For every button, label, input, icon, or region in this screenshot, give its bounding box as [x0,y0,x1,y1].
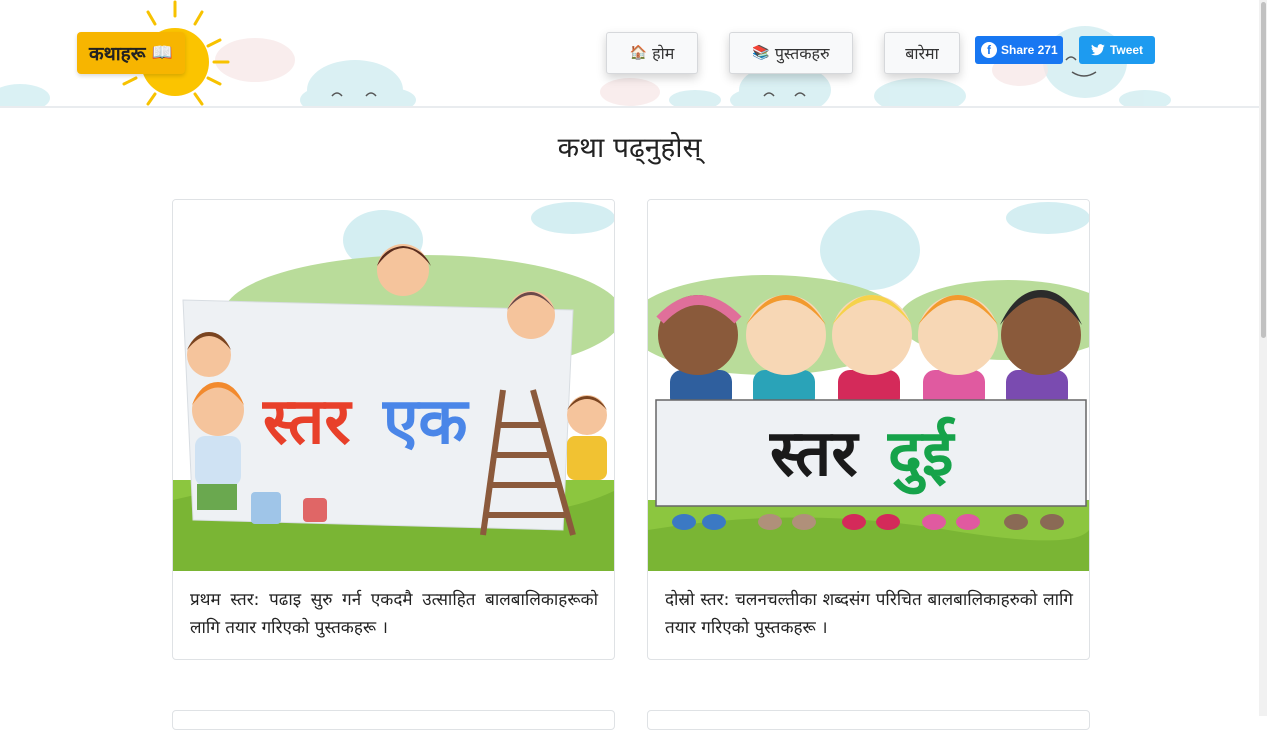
level-one-description: प्रथम स्तर: पढाइ सुरु गर्न एकदमै उत्साहि… [190,590,598,638]
level-one-banner-word1: स्तर [262,385,353,459]
nav-about-button[interactable]: बारेमा [884,32,960,74]
nav-about-label: बारेमा [905,44,939,63]
facebook-share-button[interactable]: f Share 271 [975,36,1063,64]
level-two-illustration[interactable]: स्तर दुई [648,200,1090,571]
nav-home-button[interactable]: 🏠 होम [606,32,698,74]
nav-home-label: होम [652,44,675,63]
facebook-share-label: Share 271 [1001,43,1058,57]
house-icon: 🏠 [629,45,648,61]
twitter-bird-icon [1090,44,1105,56]
level-one-card[interactable]: स्तर एक प्रथम स्तर: पढाइ सुरु गर्न एकदमै… [172,199,615,660]
level-two-banner-word1: स्तर [769,417,860,491]
level-two-card[interactable]: स्तर दुई दोस्रो स्तर: चलनचल्तीका शब्दसंग… [647,199,1090,660]
books-icon: 📚 [752,45,770,61]
tweet-button[interactable]: Tweet [1079,36,1155,64]
book-icon: 📖 [151,43,173,63]
site-header: कथाहरू 📖 🏠 होम 📚 पुस्तकहरु बारेमा f Shar… [0,0,1259,108]
next-card-partial[interactable] [647,710,1090,730]
nav-books-button[interactable]: 📚 पुस्तकहरु [729,32,853,74]
brand-label: कथाहरू [89,43,146,65]
brand-logo-button[interactable]: कथाहरू 📖 [77,32,185,74]
scrollbar-thumb[interactable] [1261,2,1266,338]
level-one-illustration[interactable]: स्तर एक [173,200,615,571]
level-one-banner-word2: एक [382,385,470,459]
page-title: कथा पढ्नुहोस् [557,131,702,164]
nav-books-label: पुस्तकहरु [774,44,830,63]
facebook-icon: f [981,42,997,58]
level-two-banner-word2: दुई [887,416,956,495]
tweet-label: Tweet [1109,43,1144,57]
next-card-partial[interactable] [172,710,615,730]
level-two-description: दोस्रो स्तर: चलनचल्तीका शब्दसंग परिचित ब… [665,590,1073,638]
